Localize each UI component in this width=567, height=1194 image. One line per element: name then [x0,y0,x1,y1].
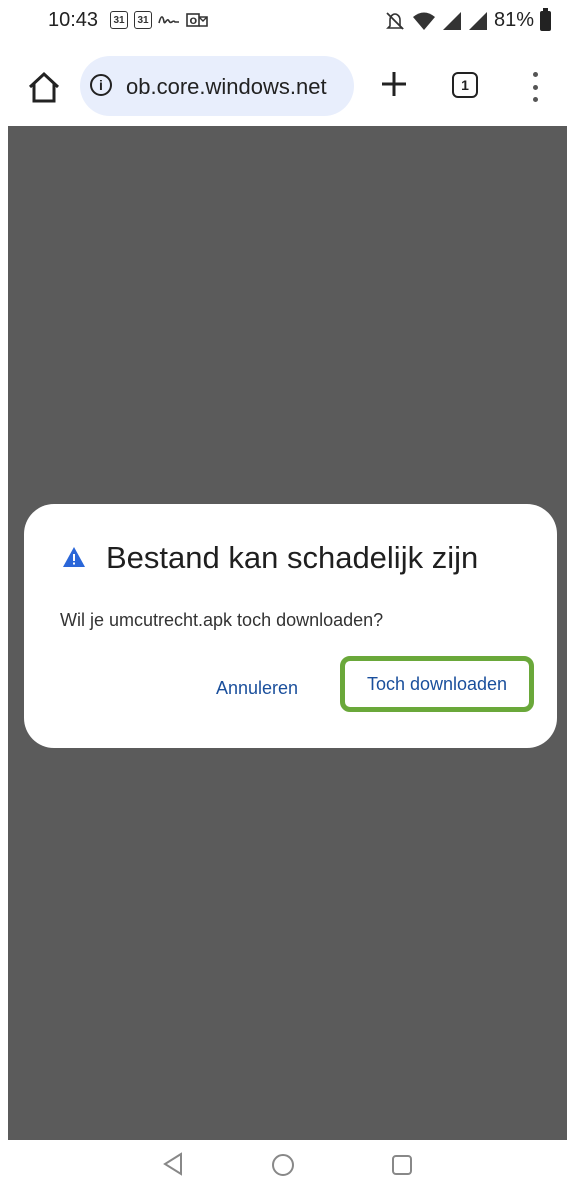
browser-toolbar: i ob.core.windows.net 1 [0,50,567,126]
home-icon[interactable] [26,70,62,106]
dialog-message: Wil je umcutrecht.apk toch downloaden? [60,610,384,630]
overflow-menu-icon[interactable] [530,72,540,102]
new-tab-icon[interactable] [378,68,410,100]
clock: 10:43 [48,9,99,31]
wifi-icon [412,12,435,30]
download-warning-dialog: Bestand kan schadelijk zijn Wil je umcut… [24,504,557,748]
warning-icon [63,547,85,567]
notification-icons: 31 31 O [110,11,208,29]
system-status: 81% [384,7,551,32]
system-navigation-bar [0,1140,567,1194]
battery-percentage: 81% [493,9,534,31]
back-icon[interactable] [162,1152,184,1176]
url-text: ob.core.windows.net [126,74,327,99]
tab-switcher-button[interactable]: 1 [452,72,478,98]
status-bar: 10:43 31 31 O 81% [0,0,567,44]
signal-icon [442,11,461,30]
signal-icon [468,11,487,30]
info-icon[interactable]: i [90,74,112,96]
cancel-button[interactable]: Annuleren [210,670,304,707]
recent-apps-icon[interactable] [392,1155,412,1175]
svg-text:O: O [190,17,198,27]
calendar-icon: 31 [134,11,152,29]
calendar-icon: 31 [110,11,128,29]
address-bar[interactable]: i ob.core.windows.net [80,56,354,116]
home-nav-icon[interactable] [272,1154,294,1176]
outlook-icon: O [186,13,208,27]
signature-icon [158,16,179,24]
battery-icon [540,7,551,31]
mute-icon [386,11,404,30]
dialog-title: Bestand kan schadelijk zijn [106,540,479,575]
download-anyway-button[interactable]: Toch downloaden [340,656,534,712]
